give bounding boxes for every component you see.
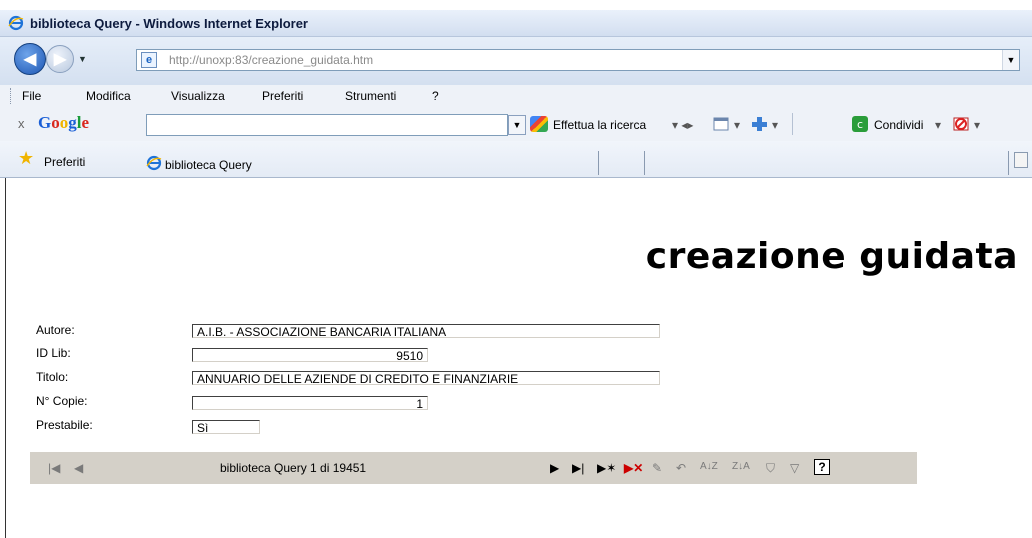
google-search-icon[interactable]: [530, 116, 548, 132]
toolbar-grip: [10, 88, 13, 104]
svg-text:c: c: [857, 118, 863, 131]
share-icon[interactable]: c: [851, 115, 869, 133]
help-button[interactable]: ?: [814, 459, 830, 475]
menu-help[interactable]: ?: [432, 89, 439, 103]
next-record-button[interactable]: ▶: [550, 461, 559, 475]
menu-modifica[interactable]: Modifica: [86, 89, 131, 103]
toolbar-window-icon[interactable]: [712, 115, 730, 133]
search-options-dropdown-icon[interactable]: ▾ ◂▸: [672, 118, 693, 132]
history-dropdown-icon[interactable]: ▼: [78, 54, 87, 64]
address-field[interactable]: e http://unoxp:83/creazione_guidata.htm …: [136, 49, 1020, 71]
toolbar-separator: [792, 113, 793, 135]
prestabile-label: Prestabile:: [36, 418, 93, 432]
filter-button[interactable]: ▽: [790, 461, 799, 475]
record-navigation-bar: |◀ ◀ biblioteca Query 1 di 19451 ▶ ▶| ▶✶…: [30, 452, 917, 484]
copie-label: N° Copie:: [36, 394, 88, 408]
google-logo: Google: [38, 113, 90, 132]
id-lib-field[interactable]: 9510: [192, 348, 428, 362]
google-toolbar: x Google ▼ Effettua la ricerca ▾ ◂▸ ▾ ▾ …: [0, 107, 1032, 142]
tab-biblioteca-query[interactable]: biblioteca Query: [140, 148, 600, 177]
sort-ascending-button[interactable]: A↓Z: [700, 461, 718, 472]
plus-icon[interactable]: [750, 115, 768, 133]
page-icon: e: [141, 52, 157, 68]
plus-dropdown-icon[interactable]: ▾: [772, 118, 778, 132]
undo-button[interactable]: ↶: [676, 461, 686, 475]
favorites-button[interactable]: Preferiti: [44, 155, 85, 169]
menu-strumenti[interactable]: Strumenti: [345, 89, 396, 103]
ie-logo-icon: [8, 15, 24, 31]
tab-separator: [598, 151, 599, 175]
window-dropdown-icon[interactable]: ▾: [734, 118, 740, 132]
forward-button[interactable]: ▶: [46, 45, 74, 73]
menu-bar: File Modifica Visualizza Preferiti Strum…: [0, 85, 1032, 107]
tab-title: biblioteca Query: [165, 158, 252, 172]
share-dropdown-icon[interactable]: ▾: [935, 118, 941, 132]
screen-top-strip: [0, 0, 1032, 10]
first-record-button[interactable]: |◀: [48, 461, 60, 475]
save-record-button[interactable]: ✎: [652, 461, 662, 475]
new-record-button[interactable]: ▶✶: [597, 461, 616, 475]
last-record-button[interactable]: ▶|: [572, 461, 584, 475]
sort-descending-button[interactable]: Z↓A: [732, 461, 750, 472]
record-info: biblioteca Query 1 di 19451: [220, 461, 367, 475]
favorites-star-icon[interactable]: ★: [18, 148, 34, 169]
titolo-field[interactable]: ANNUARIO DELLE AZIENDE DI CREDITO E FINA…: [192, 371, 660, 385]
page-content: creazione guidata Autore: A.I.B. - ASSOC…: [6, 178, 1032, 538]
filter-by-selection-button[interactable]: ⛉: [766, 461, 775, 476]
close-toolbar-icon[interactable]: x: [18, 116, 25, 131]
window-title: biblioteca Query - Windows Internet Expl…: [30, 15, 308, 31]
autore-label: Autore:: [36, 323, 75, 337]
address-toolbar: ◀ ▶ ▼ e http://unoxp:83/creazione_guidat…: [0, 37, 1032, 85]
favorites-bar: ★ Preferiti biblioteca Query: [0, 141, 1032, 178]
google-search-dropdown-icon[interactable]: ▼: [508, 115, 526, 135]
prestabile-field[interactable]: Sì: [192, 420, 260, 434]
delete-record-button[interactable]: ▶✕: [624, 461, 643, 475]
home-icon[interactable]: [1014, 152, 1028, 168]
menu-file[interactable]: File: [22, 89, 41, 103]
popup-blocker-dropdown-icon[interactable]: ▾: [974, 118, 980, 132]
menu-preferiti[interactable]: Preferiti: [262, 89, 303, 103]
titolo-label: Titolo:: [36, 370, 69, 384]
address-url: http://unoxp:83/creazione_guidata.htm: [169, 53, 374, 67]
tab-separator: [1008, 151, 1009, 175]
autore-field[interactable]: A.I.B. - ASSOCIAZIONE BANCARIA ITALIANA: [192, 324, 660, 338]
menu-visualizza[interactable]: Visualizza: [171, 89, 225, 103]
address-dropdown-icon[interactable]: ▼: [1002, 50, 1019, 70]
google-search-button[interactable]: Effettua la ricerca: [553, 118, 646, 132]
previous-record-button[interactable]: ◀: [74, 461, 83, 475]
back-button[interactable]: ◀: [14, 43, 46, 75]
copie-field[interactable]: 1: [192, 396, 428, 410]
id-lib-label: ID Lib:: [36, 346, 71, 360]
google-search-input[interactable]: [146, 114, 508, 136]
page-title: creazione guidata: [645, 236, 1018, 277]
tab-separator: [644, 151, 645, 175]
forward-arrow-icon: ▶: [53, 51, 67, 68]
back-arrow-icon: ◀: [23, 51, 37, 68]
share-button[interactable]: Condividi: [874, 118, 923, 132]
popup-blocker-icon[interactable]: [952, 115, 970, 133]
window-titlebar: biblioteca Query - Windows Internet Expl…: [0, 10, 1032, 37]
tab-ie-icon: [146, 155, 162, 171]
